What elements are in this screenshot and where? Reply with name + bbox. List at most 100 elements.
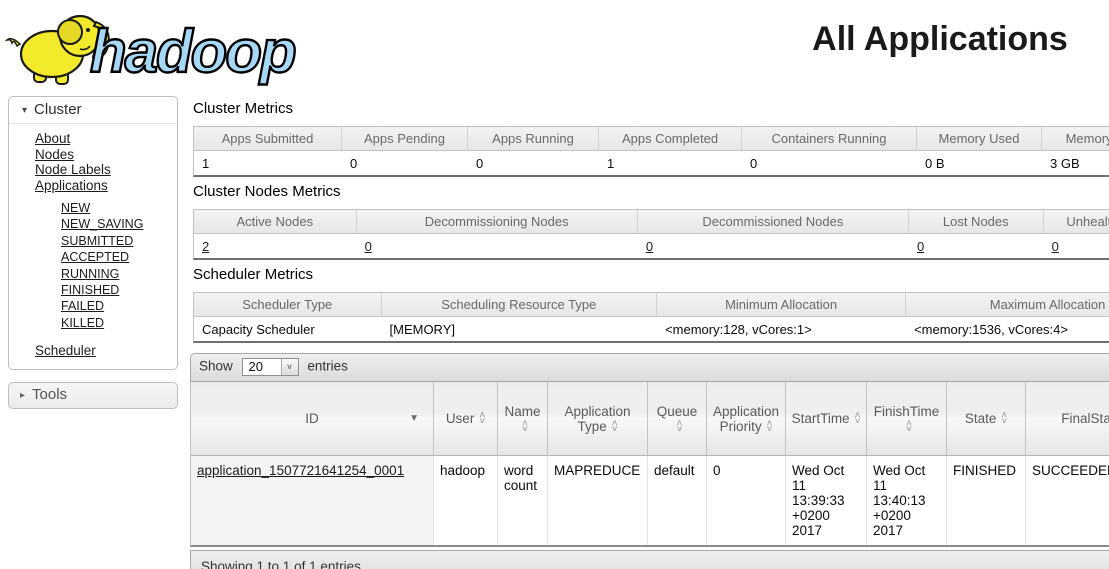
column-header: Unhealthy Nodes — [1044, 210, 1109, 234]
active-nodes-link[interactable]: 2 — [202, 239, 209, 254]
column-header: Containers Running — [742, 127, 917, 151]
column-label: State — [965, 411, 997, 426]
metric-value: 0 — [742, 151, 917, 175]
app-type-cell: MAPREDUCE — [548, 456, 648, 545]
metric-value: 0 — [342, 151, 468, 175]
show-label: Show — [199, 359, 233, 374]
chevron-right-icon: ▸ — [20, 390, 25, 401]
sidebar-nav: ▾ Cluster About Nodes Node Labels Applica… — [8, 96, 178, 409]
sidebar-item-state-finished[interactable]: FINISHED — [61, 283, 119, 297]
column-label: StartTime — [792, 411, 850, 426]
sidebar-item-state-submitted[interactable]: SUBMITTED — [61, 234, 133, 248]
sidebar-section-cluster[interactable]: ▾ Cluster — [9, 97, 177, 124]
page-size-select[interactable]: 20 ˅ — [242, 358, 299, 376]
sidebar-item-state-killed[interactable]: KILLED — [61, 316, 104, 330]
column-label: FinishTime — [874, 404, 940, 419]
app-queue-cell: default — [648, 456, 707, 545]
chevron-down-icon: ▾ — [22, 105, 27, 116]
column-label: Queue — [657, 404, 698, 419]
sidebar-item-nodes[interactable]: Nodes — [35, 147, 74, 162]
column-header-finalstatus[interactable]: FinalStatus˄˅ — [1026, 382, 1109, 456]
sidebar-item-scheduler[interactable]: Scheduler — [35, 343, 96, 358]
hadoop-elephant-icon: hadoop — [4, 4, 324, 90]
column-header-finishtime[interactable]: FinishTime ˄˅ — [867, 382, 947, 456]
column-header-id[interactable]: ID ▼ — [191, 382, 434, 456]
sidebar-item-state-accepted[interactable]: ACCEPTED — [61, 250, 129, 264]
column-header: Minimum Allocation — [657, 293, 906, 317]
showing-entries-text: Showing 1 to 1 of 1 entries — [201, 559, 361, 569]
app-id-cell: application_1507721641254_0001 — [191, 456, 434, 545]
app-name-cell: word count — [498, 456, 548, 545]
column-label: Name — [504, 404, 540, 419]
app-starttime-cell: Wed Oct 11 13:39:33 +0200 2017 — [786, 456, 867, 545]
column-header-user[interactable]: User˄˅ — [434, 382, 498, 456]
app-user-cell: hadoop — [434, 456, 498, 545]
column-label: Application Type — [564, 404, 630, 434]
sort-icon: ˄˅ — [767, 421, 773, 433]
sidebar-section-tools[interactable]: ▸Tools — [8, 382, 178, 409]
page-title: All Applications — [760, 20, 1109, 59]
sort-icon: ˄˅ — [479, 413, 485, 425]
sidebar-item-state-running[interactable]: RUNNING — [61, 267, 119, 281]
sidebar-item-applications[interactable]: Applications — [35, 178, 108, 193]
sidebar-item-state-new[interactable]: NEW — [61, 201, 90, 215]
main-content: Cluster Metrics Apps Submitted Apps Pend… — [190, 96, 1109, 569]
column-header: Lost Nodes — [909, 210, 1044, 234]
lost-nodes-link[interactable]: 0 — [917, 239, 924, 254]
sort-icon: ˄˅ — [612, 421, 618, 433]
sidebar-item-about[interactable]: About — [35, 131, 70, 146]
application-id-link[interactable]: application_1507721641254_0001 — [197, 463, 404, 478]
application-row: application_1507721641254_0001 hadoop wo… — [191, 456, 1109, 545]
scheduler-metrics-title: Scheduler Metrics — [193, 266, 1109, 283]
sort-icon: ˄˅ — [855, 413, 861, 425]
column-header: Decommissioning Nodes — [357, 210, 638, 234]
sort-icon: ˄˅ — [906, 421, 912, 433]
app-finalstatus-cell: SUCCEEDED — [1026, 456, 1109, 545]
column-header: Apps Running — [468, 127, 599, 151]
cluster-section-label: Cluster — [34, 101, 82, 118]
column-header: Active Nodes — [194, 210, 357, 234]
decommissioning-nodes-link[interactable]: 0 — [365, 239, 372, 254]
column-header-application-priority[interactable]: Application Priority˄˅ — [707, 382, 786, 456]
metric-value: Capacity Scheduler — [194, 317, 382, 341]
column-header: Decommissioned Nodes — [638, 210, 909, 234]
sidebar-item-state-new-saving[interactable]: NEW_SAVING — [61, 217, 143, 231]
column-header: Memory Total — [1042, 127, 1109, 151]
column-header: Apps Pending — [342, 127, 468, 151]
column-header-queue[interactable]: Queue ˄˅ — [648, 382, 707, 456]
page-size-value: 20 — [243, 359, 281, 375]
metric-value: <memory:1536, vCores:4> — [906, 317, 1109, 341]
unhealthy-nodes-link[interactable]: 0 — [1052, 239, 1059, 254]
column-header: Maximum Allocation — [906, 293, 1109, 317]
cluster-menu: ▾ Cluster About Nodes Node Labels Applica… — [8, 96, 178, 370]
column-header-starttime[interactable]: StartTime ˄˅ — [786, 382, 867, 456]
cluster-nodes-metrics-title: Cluster Nodes Metrics — [193, 183, 1109, 200]
table-row: 1 0 0 1 0 0 B 3 GB — [194, 151, 1109, 175]
cluster-metrics-table: Apps Submitted Apps Pending Apps Running… — [193, 126, 1109, 177]
applications-datatable: Show 20 ˅ entries ID — [190, 353, 1109, 569]
entries-label: entries — [307, 359, 348, 374]
table-row: 2 0 0 0 0 — [194, 234, 1109, 258]
chevron-down-icon: ˅ — [281, 359, 298, 375]
column-header: Scheduler Type — [194, 293, 382, 317]
sidebar-item-node-labels[interactable]: Node Labels — [35, 162, 111, 177]
column-header: Scheduling Resource Type — [382, 293, 658, 317]
sort-icon: ˄˅ — [522, 421, 528, 433]
column-header-state[interactable]: State˄˅ — [947, 382, 1026, 456]
app-priority-cell: 0 — [707, 456, 786, 545]
decommissioned-nodes-link[interactable]: 0 — [646, 239, 653, 254]
sidebar-item-state-failed[interactable]: FAILED — [61, 299, 104, 313]
hadoop-logo: hadoop — [4, 4, 324, 95]
metric-value: [MEMORY] — [382, 317, 658, 341]
app-state-cell: FINISHED — [947, 456, 1026, 545]
sort-icon: ˄˅ — [677, 421, 683, 433]
column-header-application-type[interactable]: Application Type˄˅ — [548, 382, 648, 456]
applications-table: ID ▼ User˄˅ Name˄˅ Application Type˄˅ — [190, 382, 1109, 547]
column-header: Apps Submitted — [194, 127, 342, 151]
column-header-name[interactable]: Name ˄˅ — [498, 382, 548, 456]
app-finishtime-cell: Wed Oct 11 13:40:13 +0200 2017 — [867, 456, 947, 545]
column-label: ID — [305, 411, 319, 426]
table-row: Capacity Scheduler [MEMORY] <memory:128,… — [194, 317, 1109, 341]
cluster-nodes-metrics-table: Active Nodes Decommissioning Nodes Decom… — [193, 209, 1109, 260]
metric-value: 0 B — [917, 151, 1042, 175]
